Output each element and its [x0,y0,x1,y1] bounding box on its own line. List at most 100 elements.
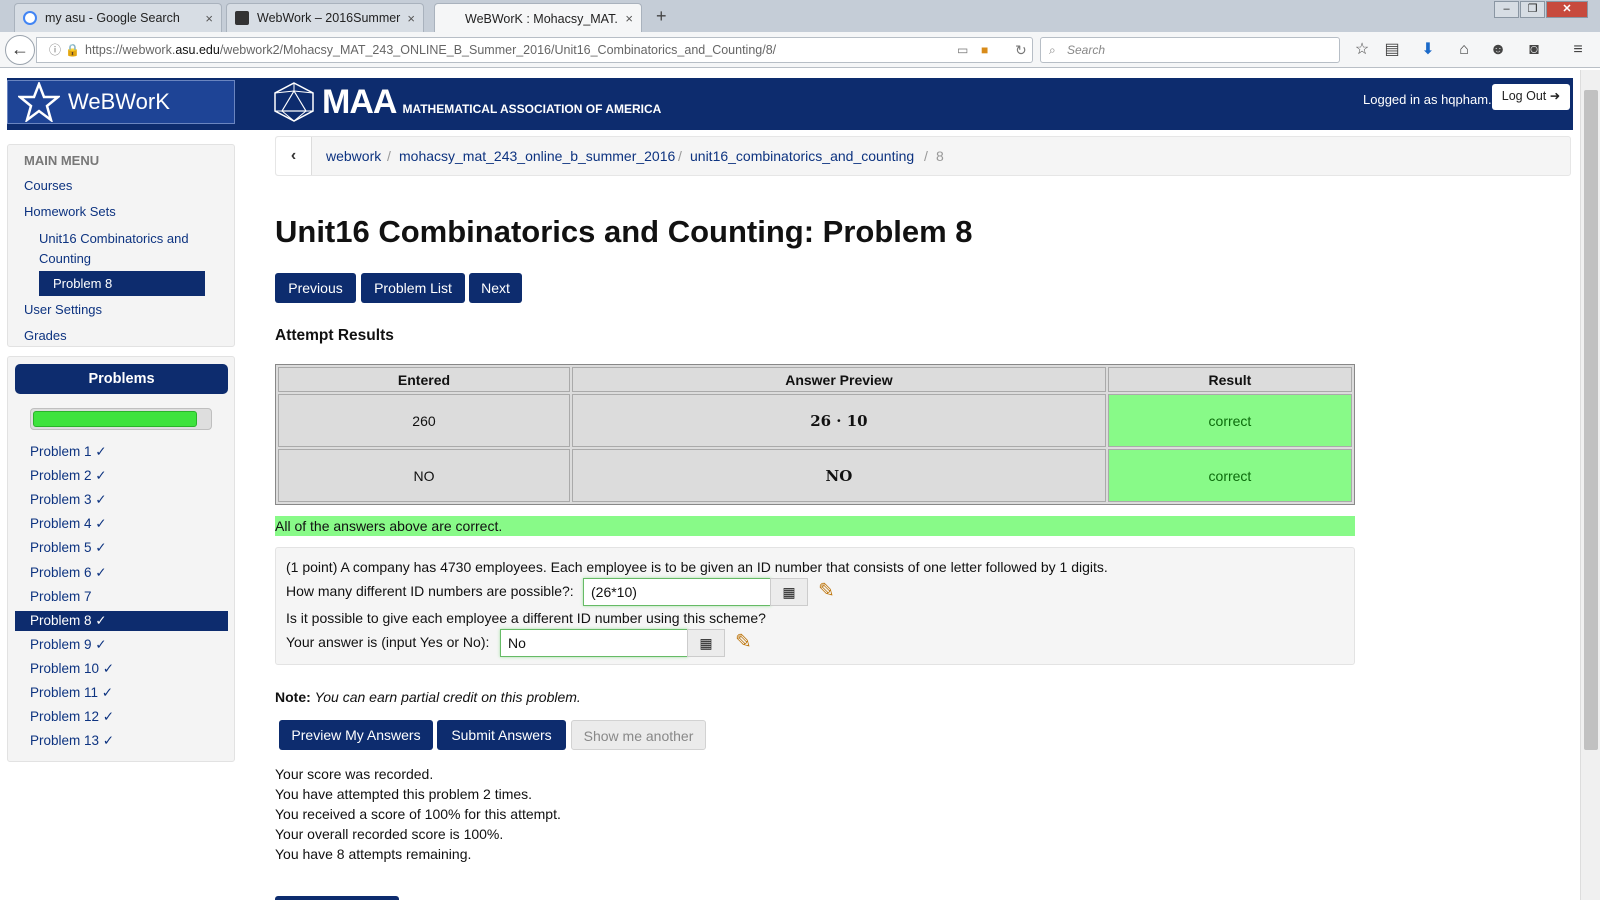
scrollbar-thumb[interactable] [1584,90,1598,750]
chat-icon[interactable]: ☻ [1488,40,1508,60]
library-icon[interactable]: ▤ [1382,40,1402,60]
url-prefix: https://webwork. [85,43,176,57]
close-tab-icon[interactable]: × [205,11,213,26]
problem-link-3[interactable]: Problem 3 ✓ [15,490,228,510]
pencil-icon[interactable]: ✎ [735,629,752,654]
problem-link-2[interactable]: Problem 2 ✓ [15,466,228,486]
breadcrumb-course[interactable]: mohacsy_mat_243_online_b_summer_2016 [399,148,675,164]
problem-list-button[interactable]: Problem List [361,273,465,303]
pencil-icon[interactable]: ✎ [818,578,835,603]
main-menu-heading: MAIN MENU [24,153,100,168]
menu-courses[interactable]: Courses [24,178,72,193]
maa-logo[interactable]: MAA MATHEMATICAL ASSOCIATION OF AMERICA [272,82,661,122]
problem-link-5[interactable]: Problem 5 ✓ [15,538,228,558]
equation-editor-icon[interactable]: ▦ [770,578,808,606]
note-label: Note: [275,689,311,705]
tab-label: WeBWorK : Mohacsy_MAT... [465,11,620,26]
table-row: 260 26 · 10 correct [278,394,1352,447]
browser-tab-blackboard[interactable]: WebWork – 2016SummerB... × [226,3,424,32]
close-tab-icon[interactable]: × [407,11,415,26]
webwork-star-icon [18,82,60,122]
url-path: /webwork2/Mohacsy_MAT_243_ONLINE_B_Summe… [219,43,777,57]
problem-link-6[interactable]: Problem 6 ✓ [15,563,228,583]
search-input[interactable]: ⌕ Search [1040,37,1340,63]
equation-editor-icon[interactable]: ▦ [687,629,725,657]
next-button[interactable]: Next [469,273,522,303]
search-icon: ⌕ [1049,43,1056,57]
score-message: You have 8 attempts remaining. [275,846,472,862]
breadcrumb-current: 8 [936,148,944,164]
url-domain: asu.edu [175,43,220,57]
problem-link-12[interactable]: Problem 12 ✓ [15,707,228,727]
tab-label: WebWork – 2016SummerB... [257,11,401,25]
table-header-row: Entered Answer Preview Result [278,367,1352,392]
preview-answers-button[interactable]: Preview My Answers [279,720,433,750]
menu-user-settings[interactable]: User Settings [24,302,102,317]
all-correct-message: All of the answers above are correct. [275,516,1355,536]
progress-fill [33,411,197,427]
bookmark-star-icon[interactable]: ☆ [1352,40,1372,60]
menu-grades[interactable]: Grades [24,328,67,343]
submit-answers-button[interactable]: Submit Answers [437,720,566,750]
maa-short: MAA [322,82,397,121]
score-message: Your score was recorded. [275,766,434,782]
page-scrollbar[interactable] [1580,70,1600,900]
breadcrumb-separator: / [387,148,391,164]
problem-box: (1 point) A company has 4730 employees. … [275,547,1355,665]
url-bar[interactable]: ⓘ 🔒 https://webwork.asu.edu/webwork2/Moh… [36,37,1033,63]
problem-statement: (1 point) A company has 4730 employees. … [286,559,1108,575]
close-tab-icon[interactable]: × [625,11,633,26]
problems-heading: Problems [15,364,228,394]
search-placeholder: Search [1067,43,1106,57]
minimize-button[interactable]: ‒ [1494,1,1519,18]
previous-button[interactable]: Previous [275,273,356,303]
pocket-icon[interactable]: ◙ [1524,40,1544,60]
preview-cell: NO [571,449,1106,502]
main-menu: MAIN MENU Courses Homework Sets Unit16 C… [7,144,235,347]
close-window-button[interactable]: ✕ [1546,1,1588,18]
menu-problem-8[interactable]: Problem 8 [39,271,205,296]
breadcrumb-webwork[interactable]: webwork [326,148,381,164]
entered-cell: 260 [278,394,570,447]
breadcrumb-set[interactable]: unit16_combinatorics_and_counting [690,148,914,164]
attempt-results-heading: Attempt Results [275,327,394,344]
problem-link-9[interactable]: Problem 9 ✓ [15,635,228,655]
problem-link-4[interactable]: Problem 4 ✓ [15,514,228,534]
breadcrumb-separator: / [678,148,682,164]
browser-nav-bar: ⓘ 🔒 https://webwork.asu.edu/webwork2/Moh… [0,32,1600,68]
column-header-result: Result [1107,367,1352,392]
extension-icon[interactable]: ■ [981,38,988,62]
maa-full: MATHEMATICAL ASSOCIATION OF AMERICA [402,102,662,116]
menu-unit16-set[interactable]: Unit16 Combinatorics and Counting [39,229,209,269]
score-message: Your overall recorded score is 100%. [275,826,504,842]
result-cell: correct [1107,394,1352,447]
result-cell: correct [1107,449,1352,502]
problem-link-10[interactable]: Problem 10 ✓ [15,659,228,679]
question-2-label: Your answer is (input Yes or No): [286,634,490,650]
new-tab-button[interactable]: + [656,6,667,27]
score-message: You have attempted this problem 2 times. [275,786,533,802]
menu-icon[interactable]: ≡ [1568,40,1588,60]
back-button[interactable]: ← [5,35,35,65]
breadcrumb-back-button[interactable]: ‹ [276,137,312,175]
question-1-label: How many different ID numbers are possib… [286,583,574,599]
note-text: You can earn partial credit on this prob… [314,689,581,705]
problem-link-1[interactable]: Problem 1 ✓ [15,442,228,462]
problem-link-8[interactable]: Problem 8 ✓ [15,610,228,631]
restore-button[interactable]: ❐ [1520,1,1545,18]
browser-tab-google[interactable]: my asu - Google Search × [14,3,222,32]
cut-off-button[interactable] [275,896,399,900]
logout-button[interactable]: Log Out ➜ [1492,84,1570,110]
problem-link-13[interactable]: Problem 13 ✓ [15,731,228,751]
answer-2-input[interactable]: No [500,629,688,657]
browser-tab-webwork[interactable]: WeBWorK : Mohacsy_MAT... × [434,3,642,33]
reload-icon[interactable]: ↻ [1015,38,1027,62]
menu-homework-sets[interactable]: Homework Sets [24,204,116,219]
answer-1-input[interactable]: (26*10) [583,578,771,606]
problem-link-11[interactable]: Problem 11 ✓ [15,683,228,703]
download-icon[interactable]: ⬇ [1418,40,1438,60]
home-icon[interactable]: ⌂ [1454,40,1474,60]
reader-view-icon[interactable]: ▭ [957,38,968,62]
webwork-logo[interactable]: WeBWorK [7,80,235,124]
problem-link-7[interactable]: Problem 7 [15,587,228,607]
